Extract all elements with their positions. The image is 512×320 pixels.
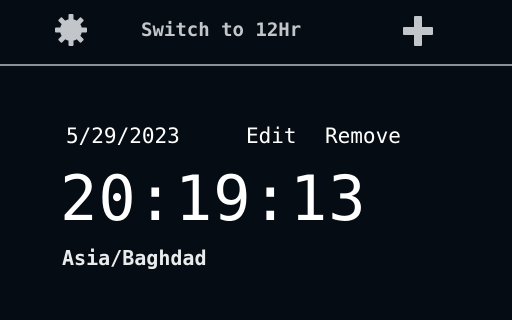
- switch-to-12hr-button[interactable]: Switch to 12Hr: [135, 14, 307, 46]
- gear-icon: [55, 14, 87, 46]
- clock-timezone: Asia/Baghdad: [62, 246, 207, 270]
- settings-button[interactable]: [52, 11, 90, 49]
- toolbar: Switch to 12Hr: [0, 0, 512, 66]
- edit-clock-button[interactable]: Edit: [246, 124, 297, 148]
- plus-icon: [403, 16, 433, 46]
- add-clock-button[interactable]: [398, 11, 438, 51]
- clock-date: 5/29/2023: [66, 124, 180, 148]
- remove-clock-button[interactable]: Remove: [325, 124, 401, 148]
- world-clock-page: Switch to 12Hr 5/29/2023 Edit Remove 20:…: [0, 0, 512, 320]
- clock-time: 20:19:13: [60, 162, 367, 235]
- clock-card: 5/29/2023 Edit Remove 20:19:13 Asia/Bagh…: [56, 118, 456, 288]
